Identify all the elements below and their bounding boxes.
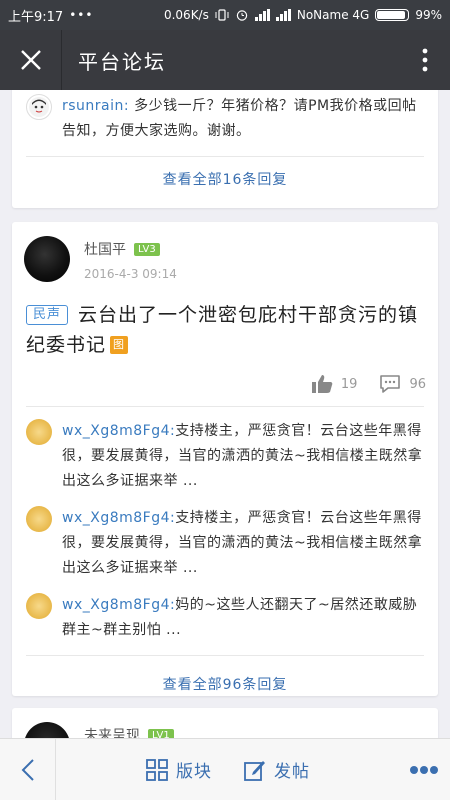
post-meta: 杜国平 LV3 2016-4-3 09:14 — [84, 236, 177, 281]
status-time: 上午9:17 — [8, 9, 64, 25]
view-all-replies-link[interactable]: 查看全部16条回复 — [12, 157, 438, 189]
picture-badge-icon: 图 — [110, 336, 129, 354]
reply-author[interactable]: rsunrain: — [62, 98, 129, 114]
reply-item[interactable]: wx_Xg8m8Fg4:支持楼主，严惩贪官！云台这些年黑得很，要发展黄得，当官的… — [12, 419, 438, 494]
author-name[interactable]: 未来呈现 — [84, 725, 140, 738]
more-vertical-icon — [422, 48, 428, 72]
network-speed: 0.06K/s — [163, 8, 209, 22]
status-bar: 上午9:17 ••• 0.06K/s NoName 4G 99% — [0, 0, 450, 30]
alarm-icon — [235, 9, 249, 21]
post-date: 2016-4-3 09:14 — [84, 267, 177, 281]
reply-author[interactable]: wx_Xg8m8Fg4: — [62, 423, 175, 439]
more-options-icon[interactable] — [410, 765, 438, 774]
feed[interactable]: rsunrain: 多少钱一斤？年猪价格？请PM我价格或回帖告知，方便大家选购。… — [0, 90, 450, 738]
board-label: 版块 — [176, 762, 212, 782]
user-avatar[interactable] — [26, 94, 52, 120]
author-avatar[interactable] — [24, 236, 70, 282]
category-tag[interactable]: 民声 — [26, 305, 69, 325]
grid-icon — [146, 758, 168, 781]
title-bar: 平台论坛 — [0, 30, 450, 90]
new-post-button[interactable]: 发帖 — [244, 757, 310, 782]
edit-icon — [244, 760, 265, 781]
status-right: 0.06K/s NoName 4G 99% — [164, 8, 442, 22]
battery-percent: 99% — [415, 8, 442, 22]
post-card-previous: rsunrain: 多少钱一斤？年猪价格？请PM我价格或回帖告知，方便大家选购。… — [12, 90, 438, 208]
post-label: 发帖 — [274, 762, 310, 782]
user-avatar[interactable] — [26, 419, 52, 445]
chevron-left-icon — [21, 758, 34, 781]
page-title: 平台论坛 — [78, 49, 166, 74]
comment-icon — [380, 375, 401, 393]
author-name[interactable]: 杜国平 — [84, 239, 126, 259]
reply-item[interactable]: wx_Xg8m8Fg4:妈的~这些人还翻天了~居然还敢威胁群主~群主别怕 ... — [12, 593, 438, 643]
user-avatar[interactable] — [26, 593, 52, 619]
author-avatar[interactable] — [24, 722, 70, 738]
notification-dots: ••• — [69, 8, 94, 22]
view-all-replies-link[interactable]: 查看全部96条回复 — [12, 656, 438, 694]
vibrate-icon — [215, 9, 229, 21]
more-button[interactable] — [400, 30, 450, 90]
level-badge: LV1 — [148, 728, 174, 738]
battery-icon — [375, 9, 410, 21]
like-button[interactable]: 19 — [311, 374, 358, 394]
user-avatar[interactable] — [26, 506, 52, 532]
comment-button[interactable]: 96 — [379, 374, 426, 394]
post-card-next[interactable]: 未来呈现 LV1 — [12, 708, 438, 738]
close-icon — [20, 50, 41, 70]
reply-list: wx_Xg8m8Fg4:支持楼主，严惩贪官！云台这些年黑得很，要发展黄得，当官的… — [12, 407, 438, 643]
reply-item[interactable]: wx_Xg8m8Fg4:支持楼主，严惩贪官！云台这些年黑得很，要发展黄得，当官的… — [12, 506, 438, 581]
post-title-text: 云台出了一个泄密包庇村干部贪污的镇纪委书记 — [26, 304, 419, 356]
post-card[interactable]: 杜国平 LV3 2016-4-3 09:14 民声 云台出了一个泄密包庇村干部贪污… — [12, 222, 438, 696]
comment-count: 96 — [409, 376, 426, 392]
like-count: 19 — [340, 376, 358, 392]
reply-author[interactable]: wx_Xg8m8Fg4: — [62, 597, 175, 613]
post-header: 杜国平 LV3 2016-4-3 09:14 — [12, 222, 438, 282]
bottom-bar: 版块 发帖 — [0, 738, 450, 800]
reply-author[interactable]: wx_Xg8m8Fg4: — [62, 510, 175, 526]
carrier-name: NoName 4G — [296, 8, 370, 22]
reply-item[interactable]: rsunrain: 多少钱一斤？年猪价格？请PM我价格或回帖告知，方便大家选购。… — [12, 90, 438, 144]
signal-icon-1 — [254, 9, 270, 21]
post-actions: 19 96 — [12, 360, 438, 406]
signal-icon-2 — [275, 9, 291, 21]
board-button[interactable]: 版块 — [146, 757, 212, 782]
post-title[interactable]: 民声 云台出了一个泄密包庇村干部贪污的镇纪委书记图 — [12, 282, 438, 360]
thumbs-up-icon — [311, 375, 333, 393]
close-button[interactable] — [0, 30, 62, 90]
level-badge: LV3 — [134, 242, 160, 256]
back-button[interactable] — [0, 738, 56, 800]
